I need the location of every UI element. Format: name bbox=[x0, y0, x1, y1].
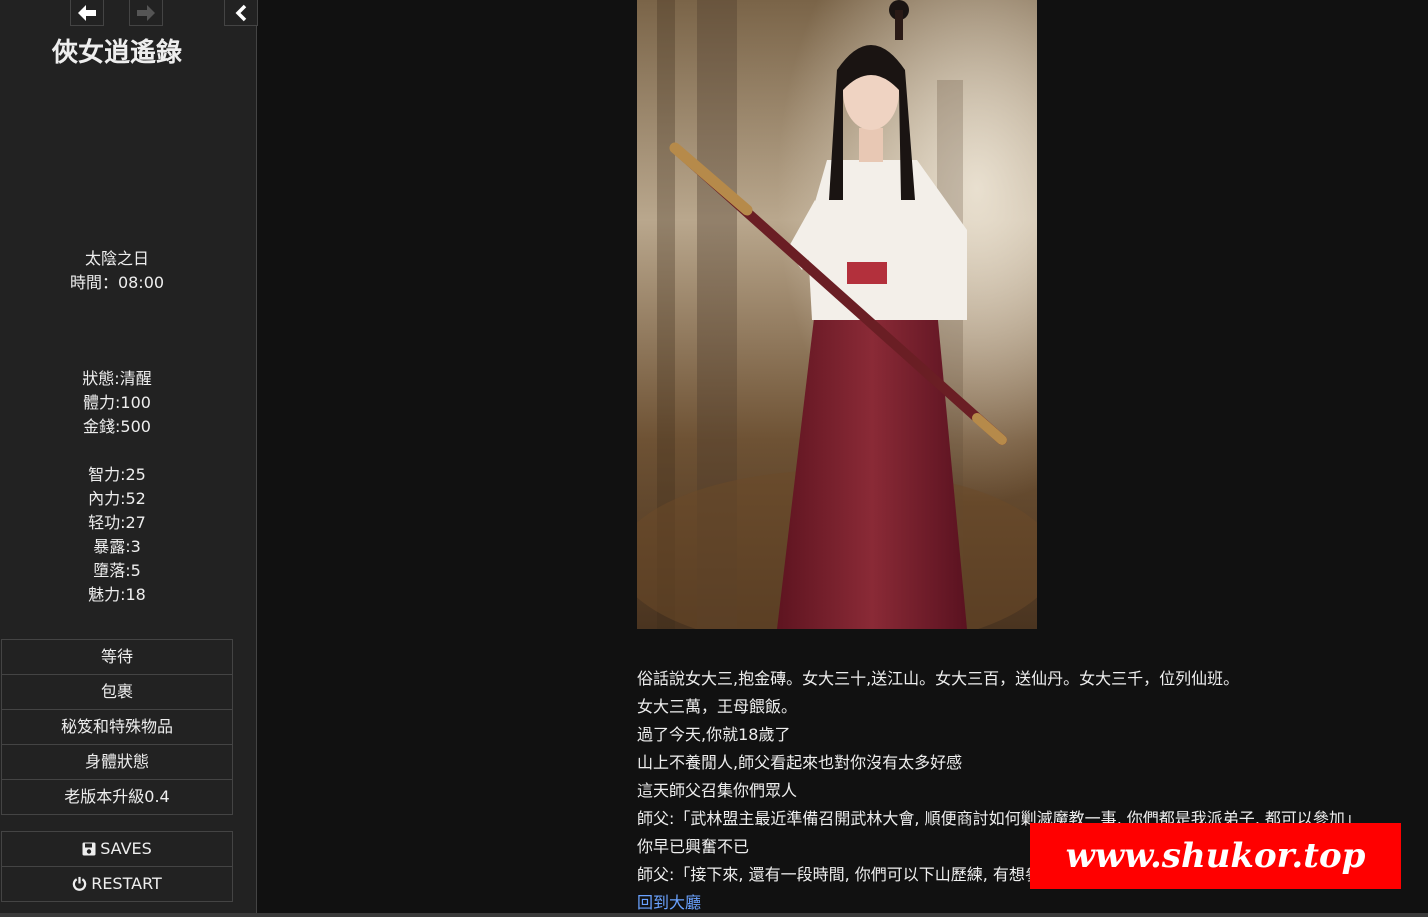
watermark-banner: www.shukor.top bbox=[1030, 823, 1401, 889]
day-label: 太陰之日 bbox=[84, 249, 149, 268]
depravity-label: 墮落:5 bbox=[93, 561, 141, 580]
system-menu: SAVES RESTART bbox=[1, 831, 233, 902]
watermark-text: www.shukor.top bbox=[1065, 836, 1366, 876]
floppy-disk-icon bbox=[82, 842, 96, 856]
saves-button[interactable]: SAVES bbox=[2, 832, 232, 867]
game-menu: 等待 包裹 秘笈和特殊物品 身體狀態 老版本升級0.4 bbox=[1, 639, 233, 815]
charm-label: 魅力:18 bbox=[88, 585, 146, 604]
attributes-block: 智力:25 內力:52 轻功:27 暴露:3 墮落:5 魅力:18 bbox=[0, 463, 234, 607]
passage-line: 俗話說女大三,抱金磚。女大三十,送江山。女大三百，送仙丹。女大三千，位列仙班。 bbox=[637, 669, 1240, 688]
passage-line: 山上不養閒人,師父看起來也對你沒有太多好感 bbox=[637, 753, 963, 772]
menu-item-body-status[interactable]: 身體狀態 bbox=[2, 745, 232, 780]
saves-label: SAVES bbox=[100, 839, 152, 858]
exposure-label: 暴露:3 bbox=[93, 537, 141, 556]
stamina-label: 體力:100 bbox=[83, 393, 151, 412]
inner-power-label: 內力:52 bbox=[88, 489, 146, 508]
passage-line: 過了今天,你就18歲了 bbox=[637, 725, 791, 744]
intelligence-label: 智力:25 bbox=[88, 465, 146, 484]
menu-item-wait[interactable]: 等待 bbox=[2, 640, 232, 675]
passage-line: 女大三萬，王母餵飯。 bbox=[637, 697, 798, 716]
status-label: 狀態:清醒 bbox=[82, 369, 152, 388]
passage-line: 這天師父召集你們眾人 bbox=[637, 781, 798, 800]
sidebar: 俠女逍遙錄 太陰之日 時間：08:00 狀態:清醒 體力:100 金錢:500 … bbox=[0, 0, 258, 917]
sidebar-toggle-button[interactable] bbox=[224, 0, 258, 26]
arrow-right-icon bbox=[137, 4, 155, 21]
arrow-left-icon bbox=[78, 4, 96, 21]
power-icon bbox=[72, 876, 87, 891]
restart-label: RESTART bbox=[91, 874, 162, 893]
lightness-label: 轻功:27 bbox=[88, 513, 146, 532]
heroine-image bbox=[637, 0, 1037, 629]
passage: 俗話說女大三,抱金磚。女大三十,送江山。女大三百，送仙丹。女大三千，位列仙班。 … bbox=[637, 0, 1397, 917]
time-block: 太陰之日 時間：08:00 bbox=[0, 247, 234, 295]
restart-button[interactable]: RESTART bbox=[2, 867, 232, 901]
money-label: 金錢:500 bbox=[83, 417, 151, 436]
story-title: 俠女逍遙錄 bbox=[51, 38, 182, 68]
history-forward-button[interactable] bbox=[129, 0, 163, 26]
bottom-divider bbox=[0, 913, 1428, 917]
history-back-button[interactable] bbox=[70, 0, 104, 26]
time-label: 時間：08:00 bbox=[69, 273, 165, 292]
menu-item-inventory[interactable]: 包裹 bbox=[2, 675, 232, 710]
menu-item-upgrade[interactable]: 老版本升級0.4 bbox=[2, 780, 232, 814]
chevron-left-icon bbox=[235, 4, 247, 21]
status-block: 狀態:清醒 體力:100 金錢:500 bbox=[0, 367, 234, 439]
menu-item-secret-items[interactable]: 秘笈和特殊物品 bbox=[2, 710, 232, 745]
